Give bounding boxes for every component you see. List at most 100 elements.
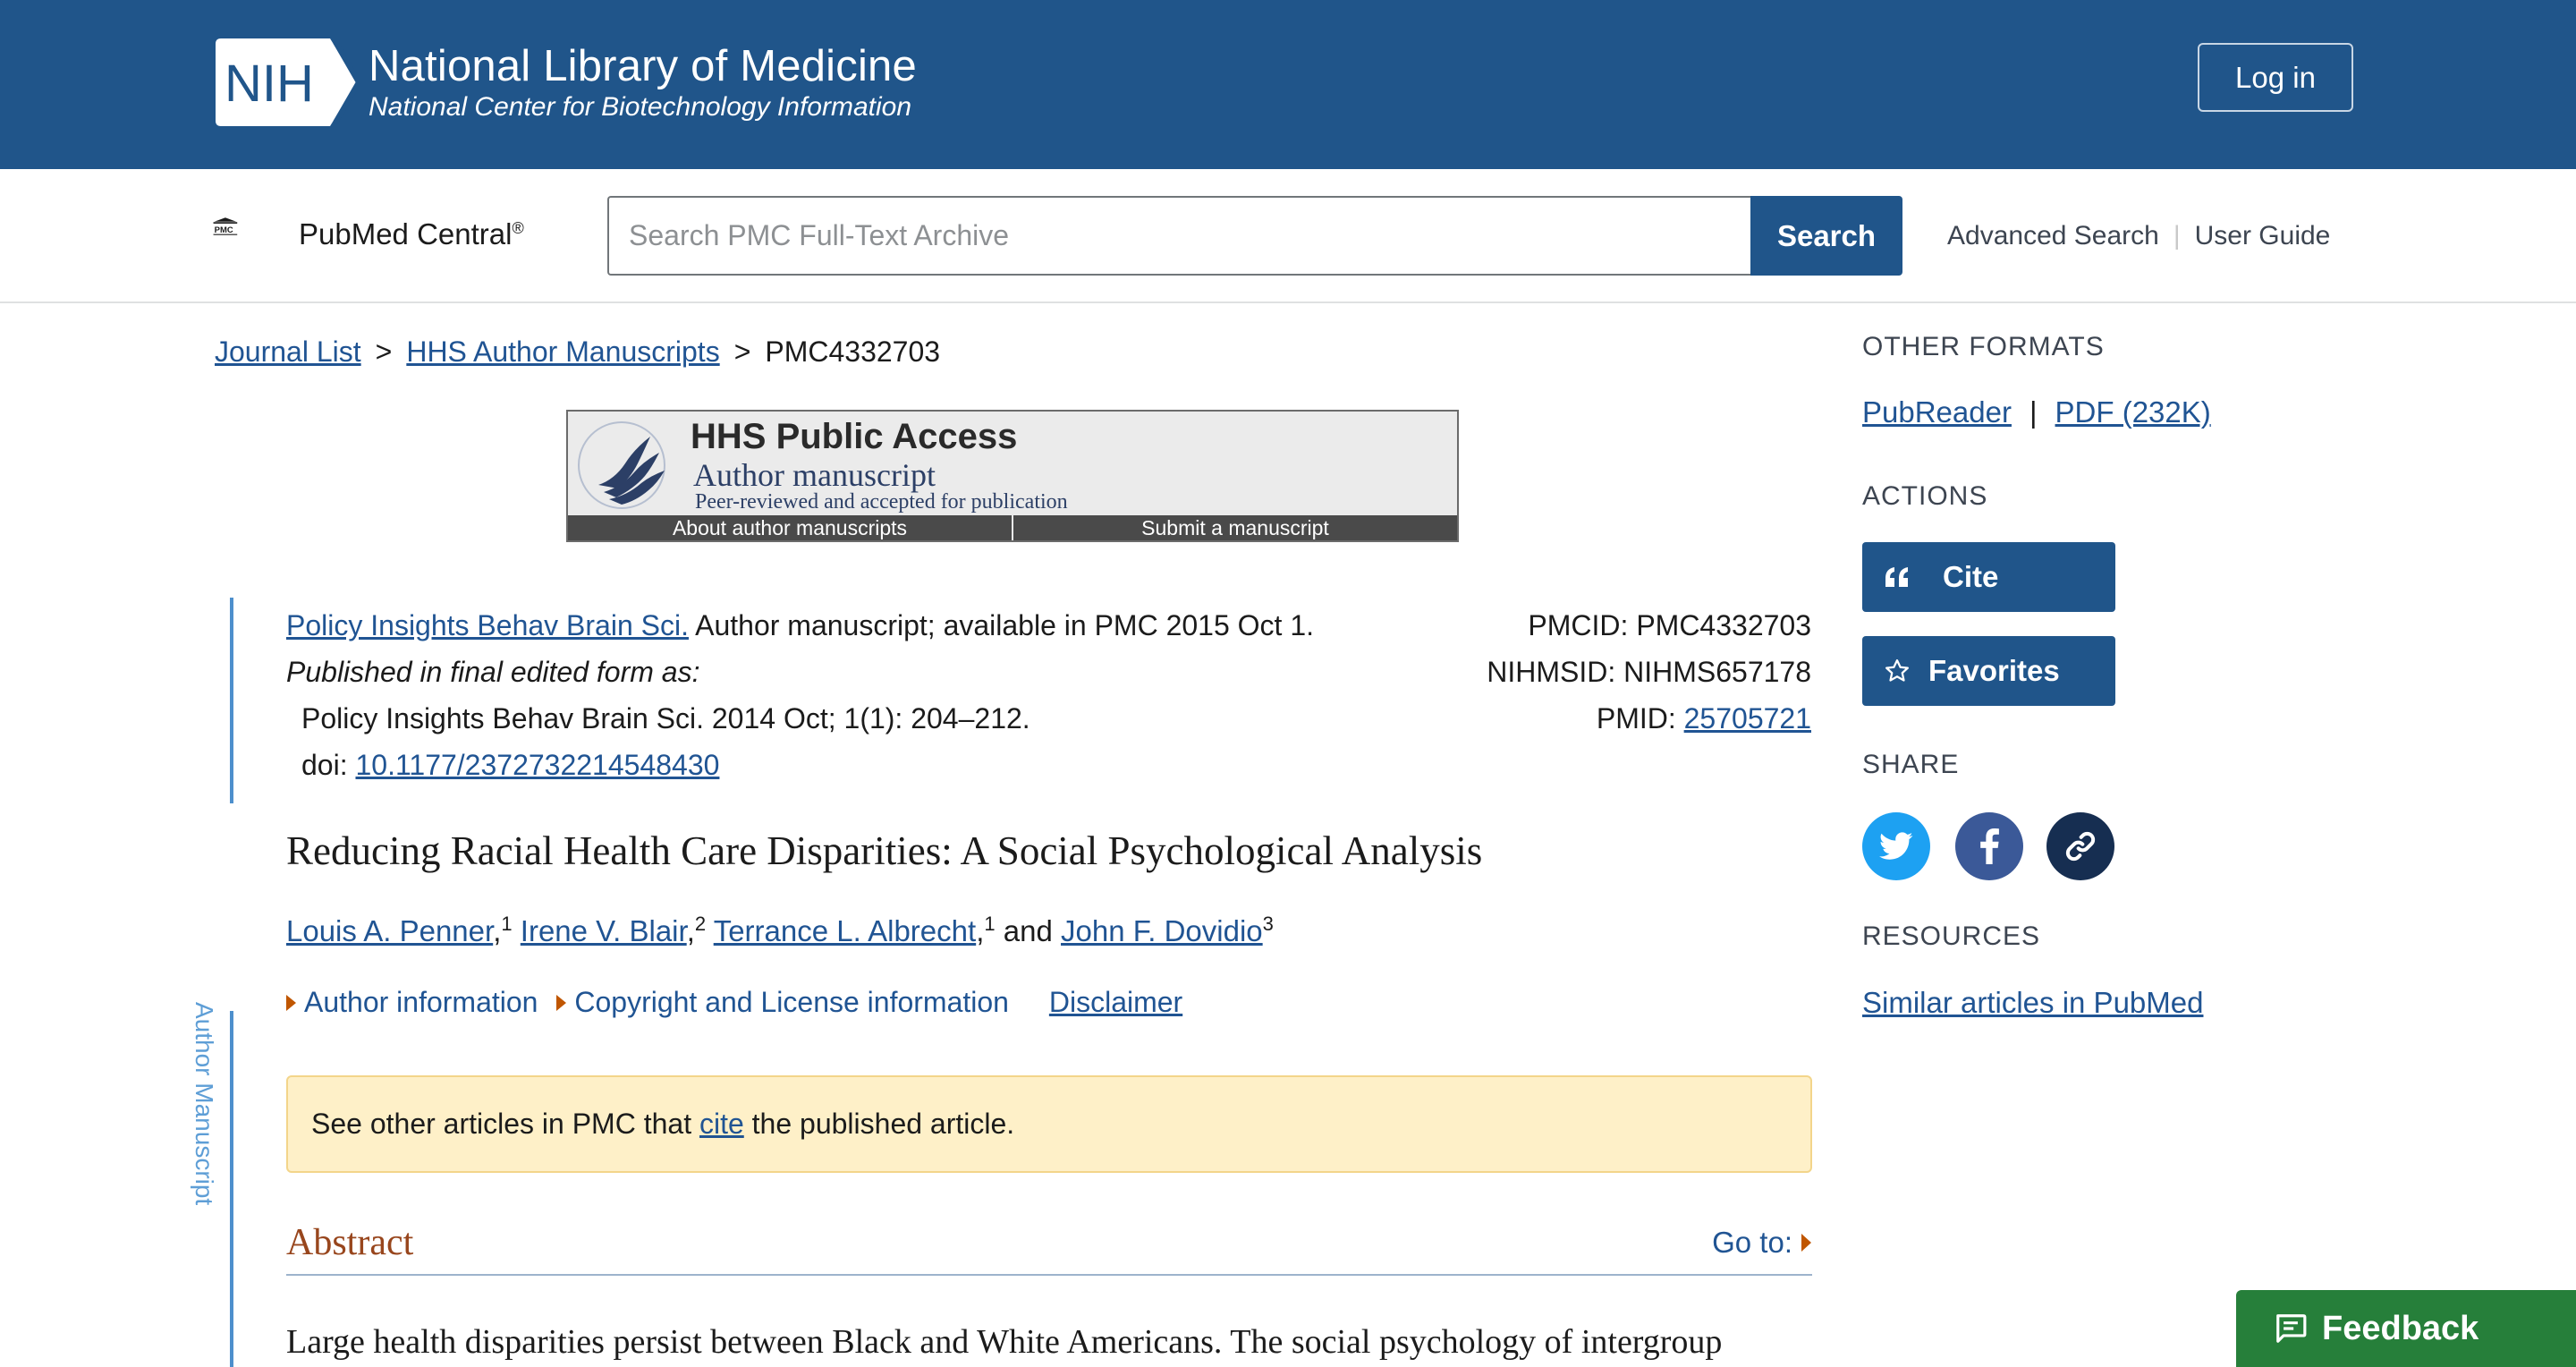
favorites-button[interactable]: Favorites: [1862, 636, 2115, 706]
author-separator: ,: [493, 914, 502, 947]
published-reference: Policy Insights Behav Brain Sci. 2014 Oc…: [301, 702, 1030, 734]
nih-logo-icon[interactable]: NIH: [216, 38, 357, 126]
breadcrumb-current: PMC4332703: [765, 335, 941, 368]
submit-manuscript-link[interactable]: Submit a manuscript: [1013, 515, 1457, 540]
site-subtitle: National Center for Biotechnology Inform…: [369, 92, 912, 122]
availability-text: Author manuscript; available in PMC 2015…: [688, 609, 1314, 641]
author-link[interactable]: Terrance L. Albrecht: [714, 914, 977, 947]
hhs-links-bar: About author manuscripts Submit a manusc…: [568, 515, 1457, 540]
triangle-right-icon: [286, 994, 296, 1011]
hhs-title: HHS Public Access: [691, 417, 1018, 456]
author-separator: ,: [976, 914, 985, 947]
pubreader-link[interactable]: PubReader: [1862, 395, 2012, 429]
similar-articles-link[interactable]: Similar articles in PubMed: [1862, 986, 2203, 1020]
cited-by-notice: See other articles in PMC that cite the …: [286, 1075, 1812, 1173]
pdf-link[interactable]: PDF (232K): [2055, 395, 2211, 429]
triangle-right-icon: [1801, 1234, 1811, 1252]
disclaimer-link[interactable]: Disclaimer: [1049, 986, 1182, 1018]
doi-link[interactable]: 10.1177/2372732214548430: [355, 749, 719, 781]
link-icon: [2065, 831, 2096, 862]
pmid-link[interactable]: 25705721: [1684, 702, 1811, 734]
author-list: Louis A. Penner,1 Irene V. Blair,2 Terra…: [286, 913, 1274, 948]
author-manuscript-label: Author Manuscript: [191, 1002, 218, 1206]
breadcrumb-separator: >: [733, 335, 751, 368]
facebook-share-button[interactable]: [1955, 812, 2023, 880]
comment-icon: [2274, 1312, 2308, 1345]
abstract-heading: Abstract: [286, 1222, 414, 1263]
facebook-icon: [1980, 828, 1999, 864]
author-manuscript-rule-bottom: [230, 1011, 233, 1367]
triangle-right-icon: [556, 994, 567, 1011]
nihmsid: NIHMSID: NIHMS657178: [1487, 656, 1811, 688]
twitter-share-button[interactable]: [1862, 812, 1930, 880]
about-manuscripts-link[interactable]: About author manuscripts: [568, 515, 1013, 540]
author-link[interactable]: Irene V. Blair: [521, 914, 687, 947]
author-link[interactable]: Louis A. Penner: [286, 914, 493, 947]
journal-link[interactable]: Policy Insights Behav Brain Sci.: [286, 609, 689, 641]
advanced-search-link[interactable]: Advanced Search: [1947, 221, 2159, 250]
breadcrumb-hhs-manuscripts[interactable]: HHS Author Manuscripts: [406, 335, 719, 368]
cite-label: Cite: [1943, 560, 1999, 593]
author-separator: ,: [686, 914, 695, 947]
citation-block: Policy Insights Behav Brain Sci. Author …: [286, 602, 1314, 788]
actions-heading: ACTIONS: [1862, 481, 1988, 511]
doi-label: doi:: [301, 749, 356, 781]
notice-text-after: the published article.: [743, 1108, 1015, 1140]
pmc-brand-name: PubMed Central: [299, 217, 513, 250]
copyright-label: Copyright and License information: [574, 986, 1009, 1018]
article-title: Reducing Racial Health Care Disparities:…: [286, 828, 1483, 873]
abstract-text: Large health disparities persist between…: [286, 1323, 1723, 1361]
login-button[interactable]: Log in: [2198, 43, 2353, 112]
cite-button[interactable]: Cite: [1862, 542, 2115, 612]
feedback-label: Feedback: [2322, 1309, 2479, 1347]
affiliation-number[interactable]: 2: [695, 913, 706, 935]
breadcrumb-journal-list[interactable]: Journal List: [215, 335, 361, 368]
share-heading: SHARE: [1862, 750, 1960, 779]
pmcid: PMCID: PMC4332703: [1528, 609, 1811, 641]
affiliation-number[interactable]: 3: [1263, 913, 1274, 935]
quote-icon: [1882, 565, 1912, 589]
header-links: Advanced Search | User Guide: [1947, 221, 2330, 251]
and-word: and: [995, 914, 1062, 947]
hhs-seal-icon: [578, 421, 665, 509]
author-information-toggle[interactable]: Author information: [286, 986, 538, 1018]
site-title[interactable]: National Library of Medicine: [369, 41, 917, 91]
resources-heading: RESOURCES: [1862, 921, 2041, 951]
pmc-brand[interactable]: PubMed Central®: [299, 217, 524, 251]
other-formats-heading: OTHER FORMATS: [1862, 332, 2105, 361]
cite-link[interactable]: cite: [699, 1108, 744, 1141]
search-input[interactable]: [607, 196, 1751, 276]
hhs-subtitle: Author manuscript: [693, 457, 936, 493]
permalink-share-button[interactable]: [2046, 812, 2114, 880]
affiliation-number[interactable]: 1: [984, 913, 995, 935]
author-manuscript-rule-top: [230, 598, 233, 803]
breadcrumb-separator: >: [375, 335, 393, 368]
abstract-divider: [286, 1274, 1812, 1276]
notice-text-before: See other articles in PMC that: [311, 1108, 699, 1140]
article-ids: PMCID: PMC4332703 NIHMSID: NIHMS657178 P…: [1487, 602, 1811, 742]
hhs-tagline: Peer-reviewed and accepted for publicati…: [695, 490, 1068, 514]
feedback-button[interactable]: Feedback: [2236, 1290, 2576, 1367]
format-separator: |: [2029, 395, 2038, 429]
goto-menu[interactable]: Go to:: [1712, 1226, 1811, 1260]
user-guide-link[interactable]: User Guide: [2195, 221, 2331, 250]
nih-header: NIH National Library of Medicine Nationa…: [0, 0, 2576, 169]
pmid-label: PMID:: [1596, 702, 1684, 734]
link-separator: |: [2173, 221, 2181, 250]
star-icon: [1882, 658, 1912, 684]
breadcrumb: Journal List > HHS Author Manuscripts > PMC4…: [215, 335, 940, 369]
twitter-icon: [1879, 832, 1913, 860]
registered-mark: ®: [512, 219, 524, 237]
pmc-logo-icon[interactable]: PMC: [213, 193, 302, 259]
pmc-logo-text: PMC: [215, 225, 233, 235]
favorites-label: Favorites: [1928, 654, 2060, 687]
affiliation-number[interactable]: 1: [501, 913, 512, 935]
goto-label: Go to:: [1712, 1226, 1792, 1259]
author-information-label: Author information: [304, 986, 538, 1018]
author-link[interactable]: John F. Dovidio: [1061, 914, 1263, 947]
article-meta-links: Author information Copyright and License…: [286, 986, 1182, 1019]
copyright-toggle[interactable]: Copyright and License information: [556, 986, 1009, 1018]
search-button[interactable]: Search: [1750, 196, 1902, 276]
nih-logo-text: NIH: [225, 55, 314, 113]
format-links: PubReader | PDF (232K): [1862, 395, 2211, 429]
